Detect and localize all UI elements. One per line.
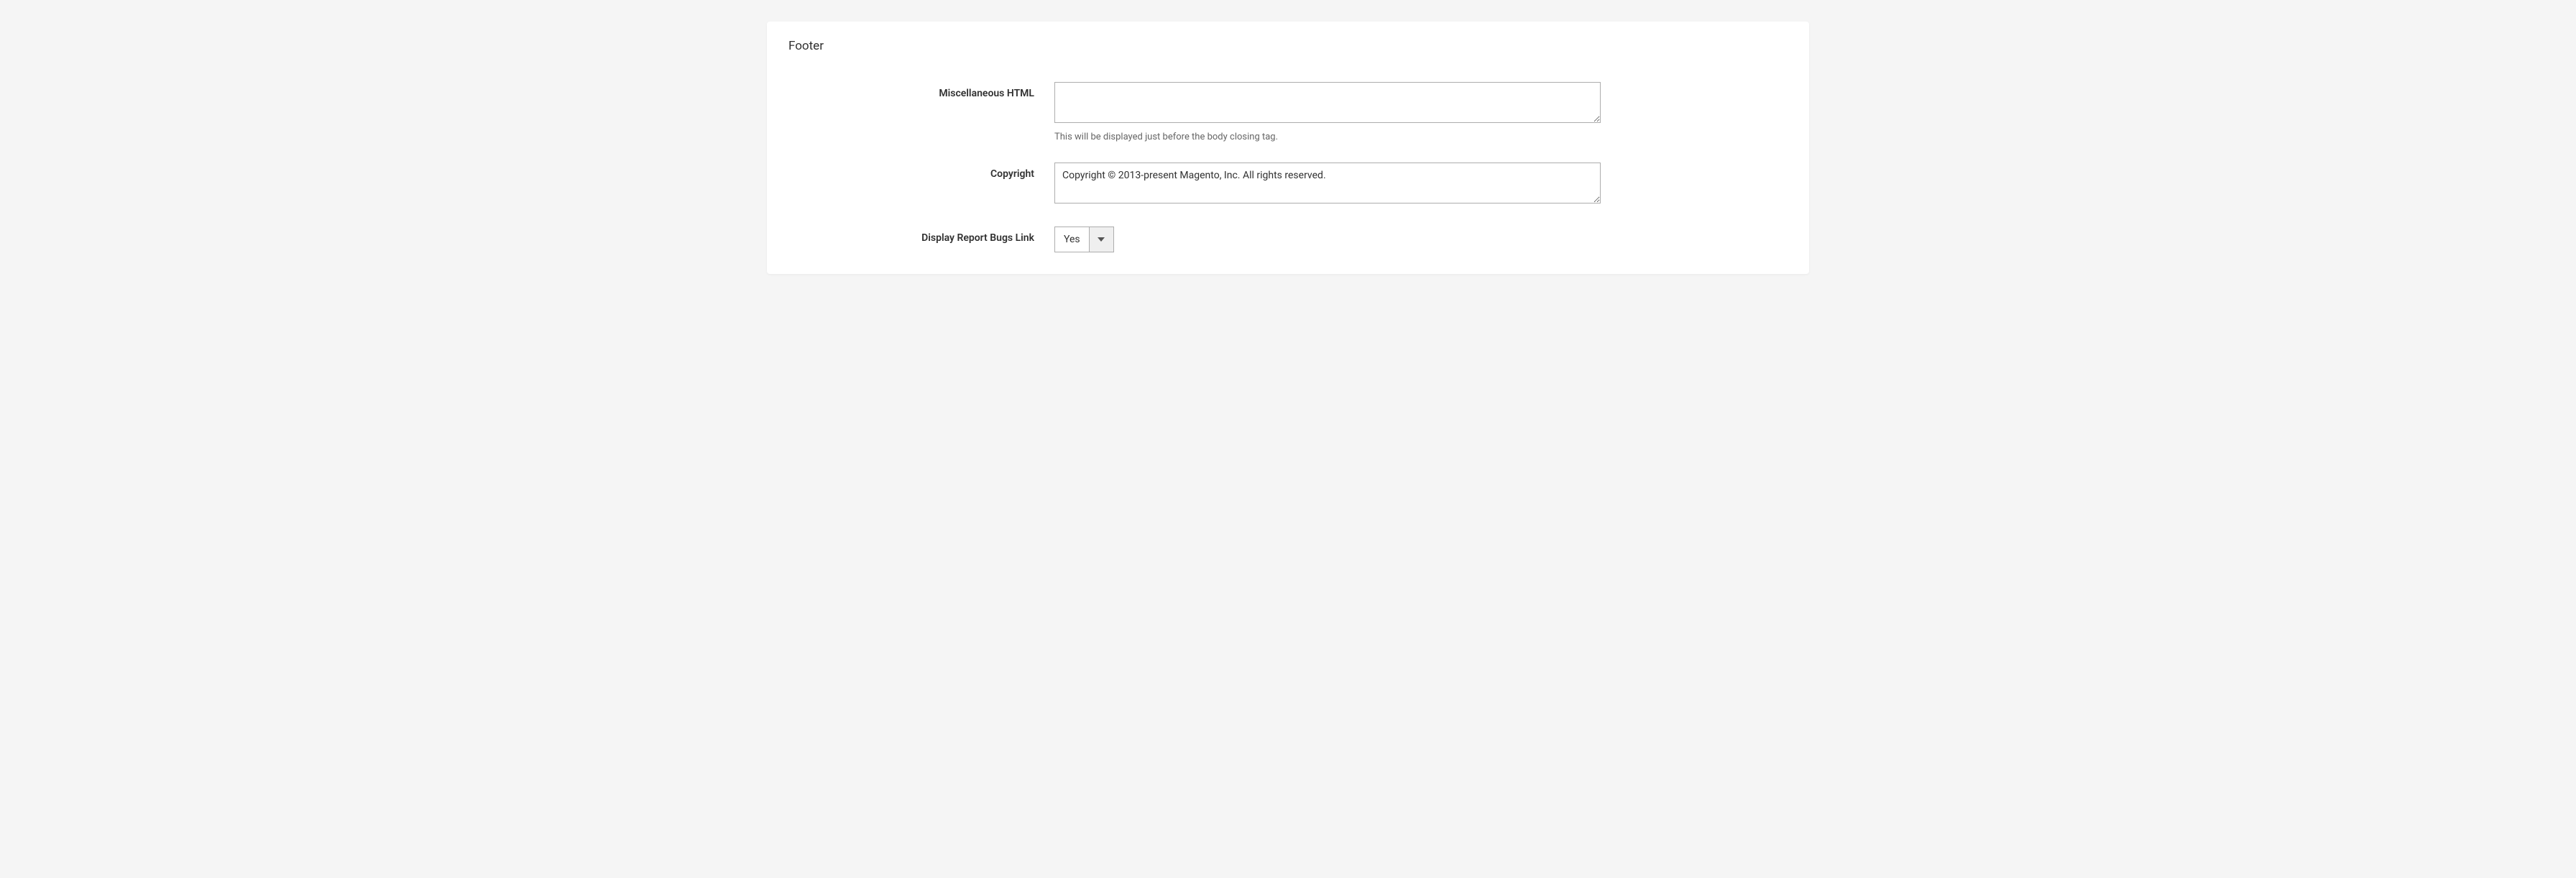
misc-html-textarea[interactable] (1054, 82, 1601, 123)
row-display-report-bugs: Display Report Bugs Link Yes (788, 227, 1788, 252)
footer-panel: Footer Miscellaneous HTML This will be d… (767, 22, 1809, 274)
control-copyright (1054, 163, 1601, 206)
row-copyright: Copyright (788, 163, 1788, 206)
control-display-report-bugs: Yes (1054, 227, 1601, 252)
label-display-report-bugs: Display Report Bugs Link (788, 227, 1054, 244)
misc-html-hint: This will be displayed just before the b… (1054, 132, 1601, 142)
display-report-bugs-select[interactable]: Yes (1054, 227, 1114, 252)
panel-title: Footer (788, 39, 1788, 53)
row-misc-html: Miscellaneous HTML This will be displaye… (788, 82, 1788, 142)
label-misc-html: Miscellaneous HTML (788, 82, 1054, 99)
select-value: Yes (1055, 227, 1089, 252)
chevron-down-icon (1098, 236, 1105, 243)
copyright-textarea[interactable] (1054, 163, 1601, 204)
label-copyright: Copyright (788, 163, 1054, 180)
select-toggle[interactable] (1089, 227, 1113, 252)
control-misc-html: This will be displayed just before the b… (1054, 82, 1601, 142)
